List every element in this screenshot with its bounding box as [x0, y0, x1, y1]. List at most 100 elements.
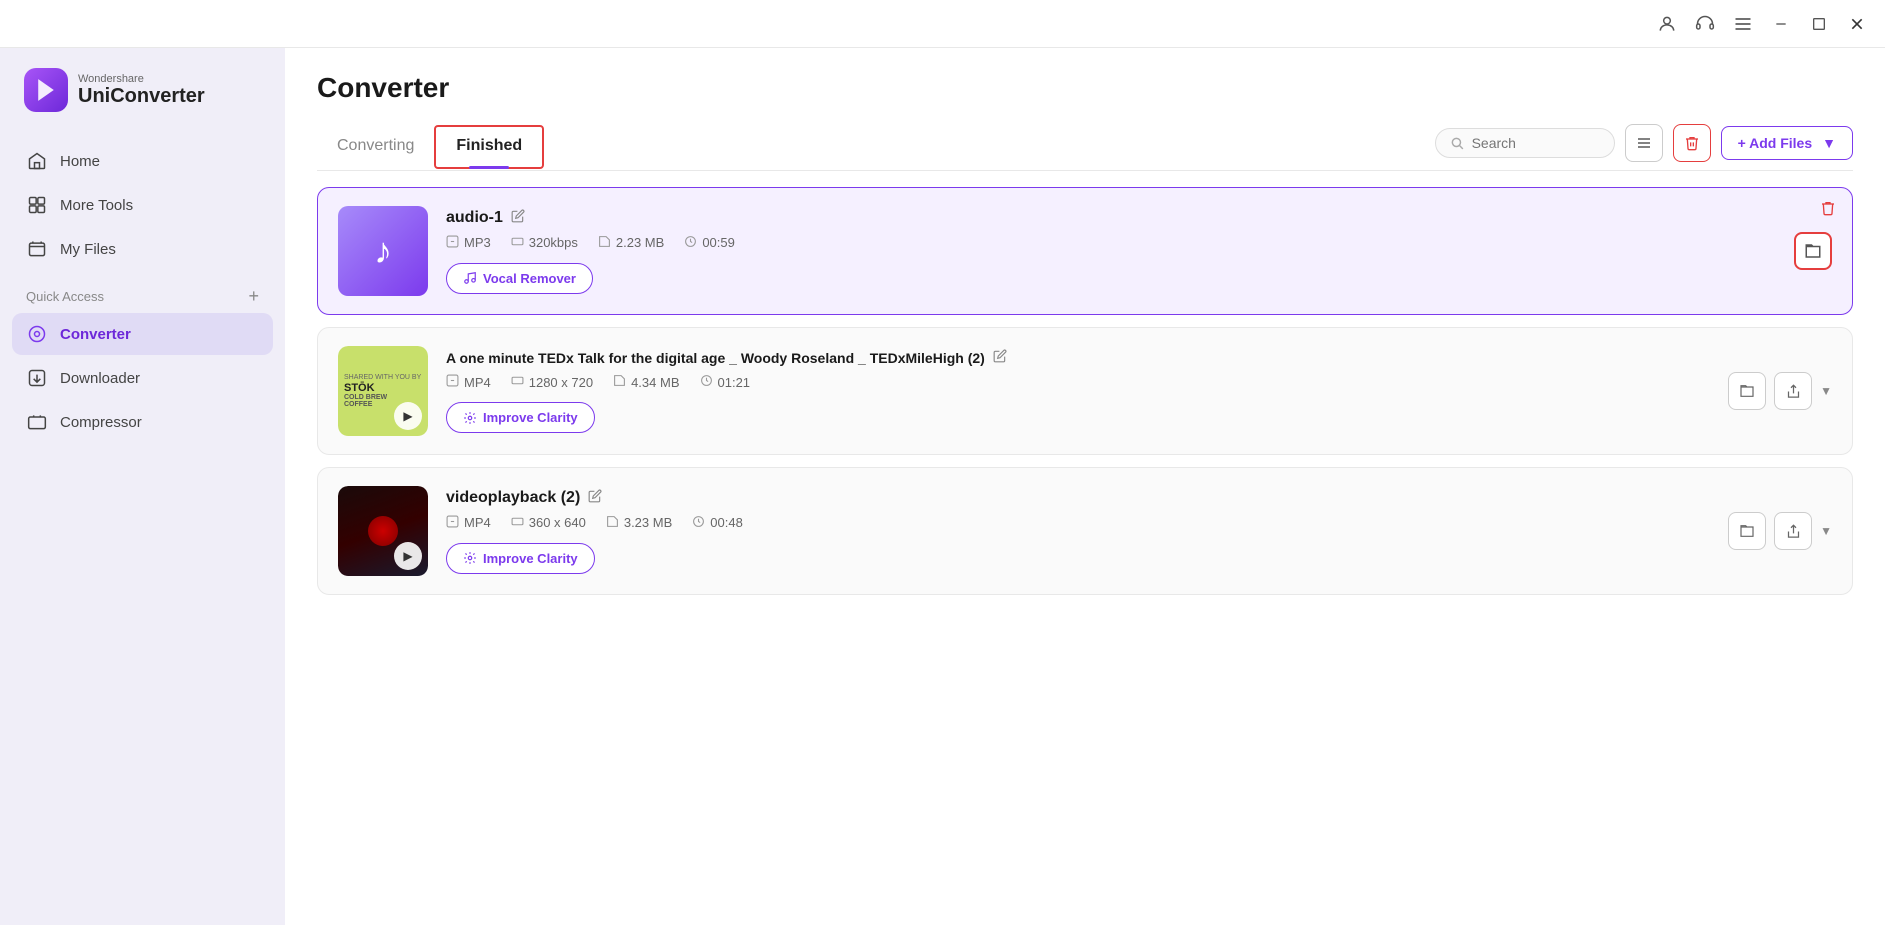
bitrate-icon [511, 235, 524, 251]
audio1-open-folder-button[interactable] [1794, 232, 1832, 270]
tab-finished[interactable]: Finished [434, 125, 544, 169]
audio1-format: MP3 [446, 235, 491, 251]
videoplayback-size: 3.23 MB [606, 515, 672, 531]
audio1-bitrate: 320kbps [511, 235, 578, 251]
videoplayback-info: videoplayback (2) [446, 489, 1832, 574]
audio1-filename: audio-1 [446, 209, 503, 227]
compressor-label: Compressor [60, 414, 142, 431]
videoplayback-chevron-icon[interactable]: ▼ [1820, 524, 1832, 538]
list-view-button[interactable] [1625, 124, 1663, 162]
menu-icon[interactable] [1731, 12, 1755, 36]
file-item-audio1: ♪ audio-1 [317, 187, 1853, 315]
sidebar-item-home[interactable]: Home [12, 140, 273, 182]
format-icon [446, 235, 459, 251]
tedx-resolution: 1280 x 720 [511, 374, 593, 390]
tedx-format: MP4 [446, 374, 491, 390]
improve-clarity-button-2[interactable]: Improve Clarity [446, 543, 595, 574]
tab-converting[interactable]: Converting [317, 125, 434, 169]
videoplayback-actions-right: ▼ [1728, 512, 1832, 550]
chevron-down-icon: ▼ [1822, 135, 1836, 151]
audio1-edit-icon[interactable] [511, 209, 525, 226]
tedx-actions-right: ▼ [1728, 372, 1832, 410]
tedx-edit-icon[interactable] [993, 349, 1007, 366]
tedx-duration: 01:21 [700, 374, 751, 390]
delete-all-button[interactable] [1673, 124, 1711, 162]
app-body: Wondershare UniConverter Home More Tools [0, 48, 1885, 925]
sidebar: Wondershare UniConverter Home More Tools [0, 48, 285, 925]
quick-access-header: Quick Access + [12, 272, 273, 313]
tedx-filename: A one minute TEDx Talk for the digital a… [446, 350, 985, 366]
file-item-tedx: SHARED WITH YOU BY STŌK COLD BREW COFFEE… [317, 327, 1853, 455]
vocal-remover-button[interactable]: Vocal Remover [446, 263, 593, 294]
tedx-info: A one minute TEDx Talk for the digital a… [446, 349, 1832, 433]
file-item-videoplayback: ▶ videoplayback (2) [317, 467, 1853, 595]
tab-bar: Converting Finished [317, 124, 1853, 171]
red-circle [368, 516, 398, 546]
search-input[interactable] [1472, 135, 1600, 151]
audio1-info: audio-1 [446, 209, 1832, 294]
window-controls [1655, 12, 1869, 36]
more-tools-label: More Tools [60, 197, 133, 214]
downloader-label: Downloader [60, 370, 140, 387]
logo-icon [24, 68, 68, 112]
compressor-icon [26, 411, 48, 433]
sidebar-item-downloader[interactable]: Downloader [12, 357, 273, 399]
videoplayback-format: MP4 [446, 515, 491, 531]
user-icon[interactable] [1655, 12, 1679, 36]
logo-name-label: UniConverter [78, 85, 205, 107]
headset-icon[interactable] [1693, 12, 1717, 36]
more-tools-icon [26, 194, 48, 216]
converter-label: Converter [60, 326, 131, 343]
sidebar-item-compressor[interactable]: Compressor [12, 401, 273, 443]
clock-icon [684, 235, 697, 251]
converter-icon [26, 323, 48, 345]
logo-area: Wondershare UniConverter [12, 48, 273, 140]
home-label: Home [60, 153, 100, 170]
tedx-chevron-icon[interactable]: ▼ [1820, 384, 1832, 398]
vocal-remover-label: Vocal Remover [483, 271, 576, 286]
title-bar [0, 0, 1885, 48]
quick-access-add-icon[interactable]: + [248, 286, 259, 307]
tedx-size: 4.34 MB [613, 374, 679, 390]
main-content: Converter Converting Finished [285, 48, 1885, 925]
tedx-play-icon[interactable]: ▶ [394, 402, 422, 430]
tabs: Converting Finished [317, 125, 544, 169]
tedx-thumbnail: SHARED WITH YOU BY STŌK COLD BREW COFFEE… [338, 346, 428, 436]
videoplayback-open-folder-button[interactable] [1728, 512, 1766, 550]
videoplayback-duration: 00:48 [692, 515, 743, 531]
logo-text: Wondershare UniConverter [78, 73, 205, 107]
close-icon[interactable] [1845, 12, 1869, 36]
tab-actions: + Add Files ▼ [1435, 124, 1853, 170]
audio1-meta: MP3 320kbps [446, 235, 1832, 251]
audio1-duration: 00:59 [684, 235, 735, 251]
sidebar-item-more-tools[interactable]: More Tools [12, 184, 273, 226]
videoplayback-resolution: 360 x 640 [511, 515, 586, 531]
audio1-name-row: audio-1 [446, 209, 1832, 227]
videoplayback-edit-icon[interactable] [588, 489, 602, 506]
videoplayback-filename: videoplayback (2) [446, 489, 580, 507]
maximize-icon[interactable] [1807, 12, 1831, 36]
improve-clarity-button-1[interactable]: Improve Clarity [446, 402, 595, 433]
tedx-export-button[interactable] [1774, 372, 1812, 410]
page-title: Converter [317, 72, 1853, 104]
home-icon [26, 150, 48, 172]
videoplayback-thumbnail: ▶ [338, 486, 428, 576]
videoplayback-meta: MP4 360 x 640 [446, 515, 1832, 531]
add-files-button[interactable]: + Add Files ▼ [1721, 126, 1853, 160]
quick-access-label: Quick Access [26, 289, 104, 304]
sidebar-item-my-files[interactable]: My Files [12, 228, 273, 270]
minimize-icon[interactable] [1769, 12, 1793, 36]
file-list: ♪ audio-1 [285, 171, 1885, 925]
audio1-delete-button[interactable] [1820, 200, 1836, 221]
videoplayback-play-icon[interactable]: ▶ [394, 542, 422, 570]
music-note-icon: ♪ [374, 230, 392, 272]
videoplayback-export-button[interactable] [1774, 512, 1812, 550]
sidebar-item-converter[interactable]: Converter [12, 313, 273, 355]
search-box[interactable] [1435, 128, 1615, 158]
downloader-icon [26, 367, 48, 389]
audio1-size: 2.23 MB [598, 235, 664, 251]
logo-brand-label: Wondershare [78, 73, 205, 85]
tedx-open-folder-button[interactable] [1728, 372, 1766, 410]
search-icon [1450, 136, 1464, 150]
tedx-meta: MP4 1280 x 720 [446, 374, 1832, 390]
